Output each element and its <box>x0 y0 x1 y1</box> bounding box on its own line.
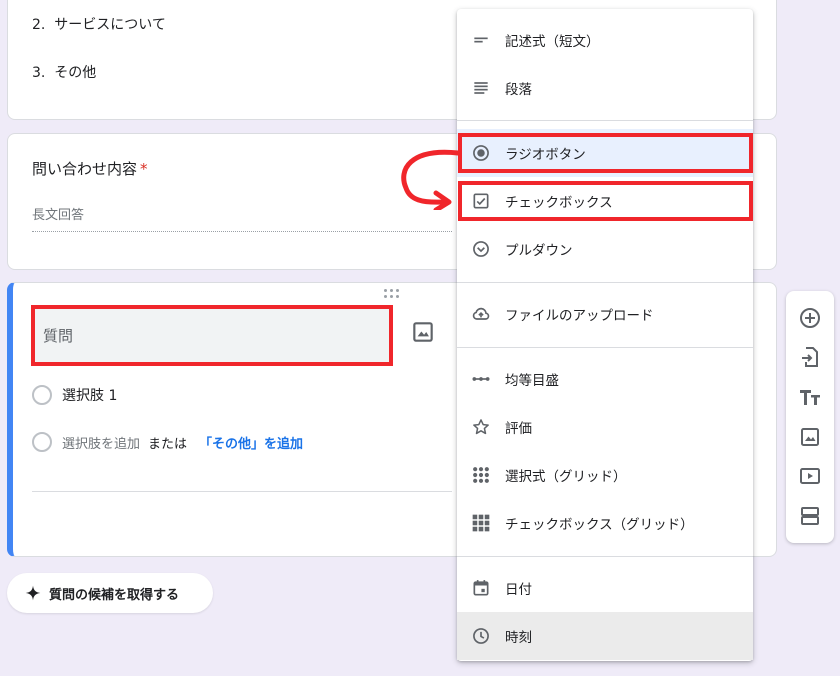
drag-handle-icon[interactable] <box>384 289 400 298</box>
add-image-icon[interactable] <box>798 425 822 449</box>
menu-item-label: 日付 <box>505 582 532 598</box>
menu-divider <box>457 282 753 283</box>
suggest-questions-button[interactable]: 質問の候補を取得する <box>7 573 213 613</box>
radio-circle-icon <box>32 385 52 405</box>
add-video-icon[interactable] <box>798 464 822 488</box>
option-text: サービスについて <box>54 17 166 33</box>
linear-scale-icon <box>472 377 490 381</box>
menu-item-time[interactable]: 時刻 <box>457 612 753 660</box>
sparkle-icon <box>25 585 41 601</box>
dropdown-icon <box>473 241 489 257</box>
required-mark: * <box>140 160 148 178</box>
menu-item-date[interactable]: 日付 <box>457 564 753 612</box>
radio-circle-icon <box>32 432 52 452</box>
paragraph-icon <box>474 82 488 94</box>
menu-item-short-answer[interactable]: 記述式（短文） <box>457 16 753 64</box>
add-choice-button[interactable]: 選択肢を追加 <box>62 433 140 452</box>
option-number: 3. <box>32 65 46 81</box>
import-questions-icon[interactable] <box>798 345 822 369</box>
menu-item-checkbox[interactable]: チェックボックス <box>457 177 753 225</box>
radio-button-icon <box>473 145 489 161</box>
cloud-upload-icon <box>472 307 490 320</box>
menu-divider <box>457 347 753 348</box>
menu-divider <box>457 556 753 557</box>
menu-item-label: ラジオボタン <box>505 147 586 163</box>
menu-item-label: 記述式（短文） <box>505 34 600 50</box>
checkbox-icon <box>473 193 489 209</box>
menu-item-linear-scale[interactable]: 均等目盛 <box>457 355 753 403</box>
calendar-icon <box>473 580 489 596</box>
add-other-link[interactable]: 「その他」を追加 <box>199 433 303 452</box>
menu-item-label: 選択式（グリッド） <box>505 469 627 485</box>
add-question-icon[interactable] <box>798 306 822 330</box>
question-title: 問い合わせ内容 * <box>32 158 148 179</box>
choice-option-1[interactable]: 選択肢 1 <box>32 385 117 405</box>
menu-item-radio-button[interactable]: ラジオボタン <box>457 129 753 177</box>
menu-item-label: 均等目盛 <box>505 373 559 389</box>
menu-item-label: プルダウン <box>505 243 573 259</box>
menu-item-checkbox-grid[interactable]: チェックボックス（グリッド） <box>457 499 753 547</box>
menu-item-file-upload[interactable]: ファイルのアップロード <box>457 290 753 338</box>
add-image-icon[interactable] <box>410 319 436 345</box>
question-title-text: 問い合わせ内容 <box>32 160 138 178</box>
menu-divider <box>457 120 753 121</box>
menu-item-paragraph[interactable]: 段落 <box>457 64 753 112</box>
menu-item-label: ファイルのアップロード <box>505 308 654 324</box>
add-section-icon[interactable] <box>798 504 822 528</box>
menu-item-label: 段落 <box>505 82 532 98</box>
card-divider <box>32 491 452 492</box>
option-item: 3. その他 <box>32 62 96 82</box>
short-answer-icon <box>474 37 488 43</box>
option-number: 2. <box>32 17 46 33</box>
menu-item-label: チェックボックス（グリッド） <box>505 517 694 533</box>
menu-item-label: チェックボックス <box>505 195 613 211</box>
add-title-icon[interactable] <box>798 385 822 409</box>
menu-item-label: 評価 <box>505 421 532 437</box>
grid-squares-icon <box>472 514 490 532</box>
menu-item-dropdown[interactable]: プルダウン <box>457 225 753 273</box>
menu-item-multiple-choice-grid[interactable]: 選択式（グリッド） <box>457 451 753 499</box>
menu-item-rating[interactable]: 評価 <box>457 403 753 451</box>
choice-label: 選択肢 1 <box>62 388 118 404</box>
star-icon <box>473 419 489 435</box>
clock-icon <box>473 628 489 644</box>
suggest-questions-label: 質問の候補を取得する <box>49 587 180 603</box>
long-answer-placeholder: 長文回答 <box>32 204 452 232</box>
menu-item-label: 時刻 <box>505 630 532 646</box>
question-type-menu: 記述式（短文） 段落 ラジオボタン チェックボックス プルダウン ファイルのアッ… <box>457 9 753 661</box>
or-text: または <box>148 436 188 452</box>
grid-dots-icon <box>473 467 489 483</box>
add-choice-row: 選択肢を追加 または 「その他」を追加 <box>32 432 303 452</box>
option-text: その他 <box>54 65 97 81</box>
option-item: 2. サービスについて <box>32 14 166 34</box>
side-toolbar <box>786 291 834 543</box>
question-input[interactable]: 質問 <box>33 307 391 365</box>
